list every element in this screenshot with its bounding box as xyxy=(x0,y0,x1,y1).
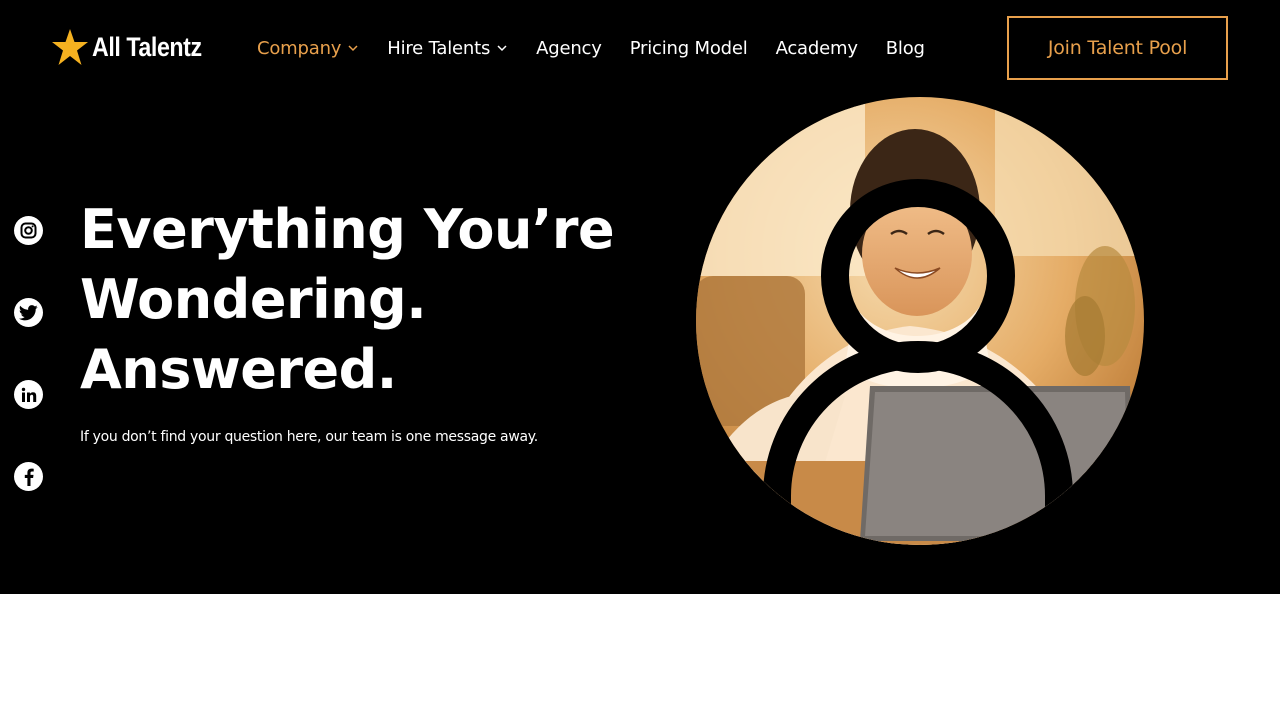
main-nav: Company Hire Talents Agency Pricing Mode… xyxy=(257,36,953,60)
nav-label: Company xyxy=(257,37,342,59)
star-icon xyxy=(52,29,88,65)
chevron-down-icon xyxy=(348,45,358,52)
brand-logo[interactable]: All Talentz xyxy=(52,28,220,66)
nav-label: Hire Talents xyxy=(387,37,491,59)
nav-label: Pricing Model xyxy=(629,37,748,59)
instagram-link[interactable] xyxy=(14,216,43,245)
nav-label: Agency xyxy=(536,37,602,59)
twitter-link[interactable] xyxy=(14,298,43,327)
nav-item-company[interactable]: Company xyxy=(257,38,359,59)
instagram-icon xyxy=(20,222,37,239)
facebook-link[interactable] xyxy=(14,462,43,491)
headline-line: Answered. xyxy=(80,338,397,401)
nav-item-blog[interactable]: Blog xyxy=(886,38,925,59)
nav-item-pricing-model[interactable]: Pricing Model xyxy=(630,38,748,59)
join-talent-pool-button[interactable]: Join Talent Pool xyxy=(1007,16,1228,80)
nav-label: Blog xyxy=(885,37,925,59)
hero-subtext: If you don’t find your question here, ou… xyxy=(80,429,538,445)
linkedin-icon xyxy=(21,387,36,402)
page-headline: Everything You’re Wondering. Answered. xyxy=(80,195,640,405)
nav-item-hire-talents[interactable]: Hire Talents xyxy=(387,38,508,59)
headline-line: Wondering. xyxy=(80,268,427,331)
nav-item-agency[interactable]: Agency xyxy=(536,38,602,59)
brand-name: All Talentz xyxy=(92,31,202,62)
chevron-down-icon xyxy=(497,45,507,52)
twitter-icon xyxy=(19,304,38,320)
nav-item-academy[interactable]: Academy xyxy=(776,38,858,59)
hero-section: All Talentz Company Hire Talents Agency … xyxy=(0,0,1280,594)
facebook-icon xyxy=(24,468,34,486)
linkedin-link[interactable] xyxy=(14,380,43,409)
nav-label: Academy xyxy=(775,37,858,59)
headline-line: Everything You’re xyxy=(80,198,615,261)
hero-photo xyxy=(696,97,1144,545)
